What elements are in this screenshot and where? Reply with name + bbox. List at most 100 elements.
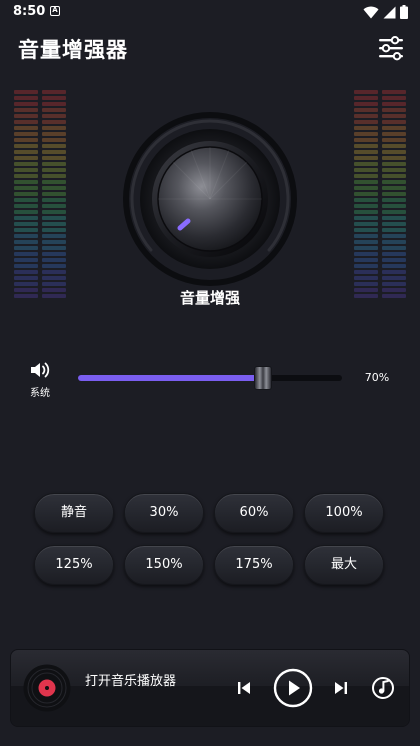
preset-button-30[interactable]: 30% bbox=[124, 493, 204, 533]
volume-value: 70% bbox=[364, 371, 390, 384]
vu-meter-segment bbox=[354, 156, 378, 160]
volume-slider[interactable] bbox=[78, 366, 342, 390]
vu-meter-segment bbox=[14, 216, 38, 220]
vu-meter-segment bbox=[42, 90, 66, 94]
vu-meter-segment bbox=[382, 126, 406, 130]
vu-meter-segment bbox=[14, 162, 38, 166]
vu-meter-segment bbox=[42, 186, 66, 190]
open-player-label[interactable]: 打开音乐播放器 bbox=[85, 670, 176, 689]
vu-meter-segment bbox=[42, 96, 66, 100]
vu-meter-segment bbox=[42, 150, 66, 154]
vu-meter-segment bbox=[382, 228, 406, 232]
status-bar: 8:50 A bbox=[0, 0, 420, 24]
vu-meter-segment bbox=[354, 258, 378, 262]
skip-previous-icon bbox=[238, 682, 250, 694]
vu-meter-segment bbox=[382, 114, 406, 118]
vu-meter-segment bbox=[14, 96, 38, 100]
vu-meter-segment bbox=[42, 234, 66, 238]
vu-meter-segment bbox=[382, 102, 406, 106]
vu-meter-segment bbox=[354, 192, 378, 196]
vu-meter-segment bbox=[42, 168, 66, 172]
vu-meter-segment bbox=[14, 174, 38, 178]
vu-meter-segment bbox=[382, 144, 406, 148]
vu-meter-segment bbox=[14, 120, 38, 124]
music-app-button[interactable] bbox=[371, 676, 395, 700]
volume-boost-knob[interactable] bbox=[121, 110, 299, 288]
vu-meter-segment bbox=[354, 96, 378, 100]
next-button[interactable] bbox=[332, 679, 350, 697]
vu-meter-segment bbox=[354, 108, 378, 112]
preset-button-125[interactable]: 125% bbox=[34, 545, 114, 585]
vu-meter-segment bbox=[354, 114, 378, 118]
vu-meter-segment bbox=[354, 180, 378, 184]
preset-button-max[interactable]: 最大 bbox=[304, 545, 384, 585]
vu-meter-segment bbox=[42, 252, 66, 256]
vu-meter-segment bbox=[14, 264, 38, 268]
vu-meter-segment bbox=[42, 108, 66, 112]
vu-meter-segment bbox=[382, 156, 406, 160]
slider-thumb[interactable] bbox=[254, 366, 272, 390]
vu-meter-segment bbox=[42, 138, 66, 142]
vu-meter-segment bbox=[354, 174, 378, 178]
preset-button-150[interactable]: 150% bbox=[124, 545, 204, 585]
vu-meter-segment bbox=[14, 180, 38, 184]
vu-meter-segment bbox=[42, 228, 66, 232]
vu-meter-segment bbox=[354, 210, 378, 214]
preset-button-175[interactable]: 175% bbox=[214, 545, 294, 585]
vu-meter-segment bbox=[14, 240, 38, 244]
vu-meter-segment bbox=[42, 132, 66, 136]
wifi-icon bbox=[363, 6, 379, 18]
vu-meter-segment bbox=[42, 258, 66, 262]
vu-meter-segment bbox=[14, 150, 38, 154]
status-time: 8:50 bbox=[13, 4, 46, 19]
vu-meter-segment bbox=[354, 228, 378, 232]
vu-meter-left bbox=[14, 90, 66, 302]
vu-meter-segment bbox=[354, 282, 378, 286]
vu-meter-segment bbox=[354, 204, 378, 208]
previous-button[interactable] bbox=[235, 679, 253, 697]
vu-meter-segment bbox=[382, 174, 406, 178]
vu-meter-segment bbox=[382, 246, 406, 250]
settings-button[interactable] bbox=[376, 34, 406, 62]
vu-meter-segment bbox=[382, 150, 406, 154]
vu-meter-right bbox=[354, 90, 406, 302]
vu-meter-segment bbox=[14, 258, 38, 262]
knob-label: 音量增强 bbox=[179, 289, 240, 307]
vu-meter-segment bbox=[382, 240, 406, 244]
vu-meter-segment bbox=[382, 234, 406, 238]
vu-meter-segment bbox=[354, 168, 378, 172]
vu-meter-segment bbox=[14, 276, 38, 280]
vu-meter-segment bbox=[42, 270, 66, 274]
play-button[interactable] bbox=[273, 668, 313, 708]
preset-button-100[interactable]: 100% bbox=[304, 493, 384, 533]
vu-meter-segment bbox=[14, 204, 38, 208]
preset-button-mute[interactable]: 静音 bbox=[34, 493, 114, 533]
vu-meter-column bbox=[14, 90, 38, 302]
vu-meter-segment bbox=[382, 222, 406, 226]
vu-meter-segment bbox=[42, 222, 66, 226]
vu-meter-segment bbox=[14, 138, 38, 142]
vu-meter-segment bbox=[382, 186, 406, 190]
vu-meter-segment bbox=[42, 180, 66, 184]
vu-meter-segment bbox=[42, 210, 66, 214]
vu-meter-segment bbox=[42, 192, 66, 196]
vu-meter-column bbox=[42, 90, 66, 302]
vu-meter-segment bbox=[14, 90, 38, 94]
vu-meter-segment bbox=[14, 108, 38, 112]
vu-meter-segment bbox=[382, 138, 406, 142]
vu-meter-segment bbox=[382, 204, 406, 208]
vu-meter-segment bbox=[14, 102, 38, 106]
vu-meter-segment bbox=[14, 156, 38, 160]
vu-meter-segment bbox=[354, 216, 378, 220]
vu-meter-segment bbox=[382, 192, 406, 196]
slider-fill bbox=[78, 375, 263, 381]
vu-meter-segment bbox=[354, 126, 378, 130]
sliders-icon bbox=[379, 35, 403, 61]
vu-meter-segment bbox=[14, 270, 38, 274]
vu-meter-segment bbox=[14, 282, 38, 286]
music-player-bar[interactable]: 打开音乐播放器 bbox=[10, 649, 410, 727]
vu-meter-segment bbox=[354, 198, 378, 202]
preset-button-60[interactable]: 60% bbox=[214, 493, 294, 533]
vu-meter-segment bbox=[382, 276, 406, 280]
vu-meter-segment bbox=[354, 150, 378, 154]
